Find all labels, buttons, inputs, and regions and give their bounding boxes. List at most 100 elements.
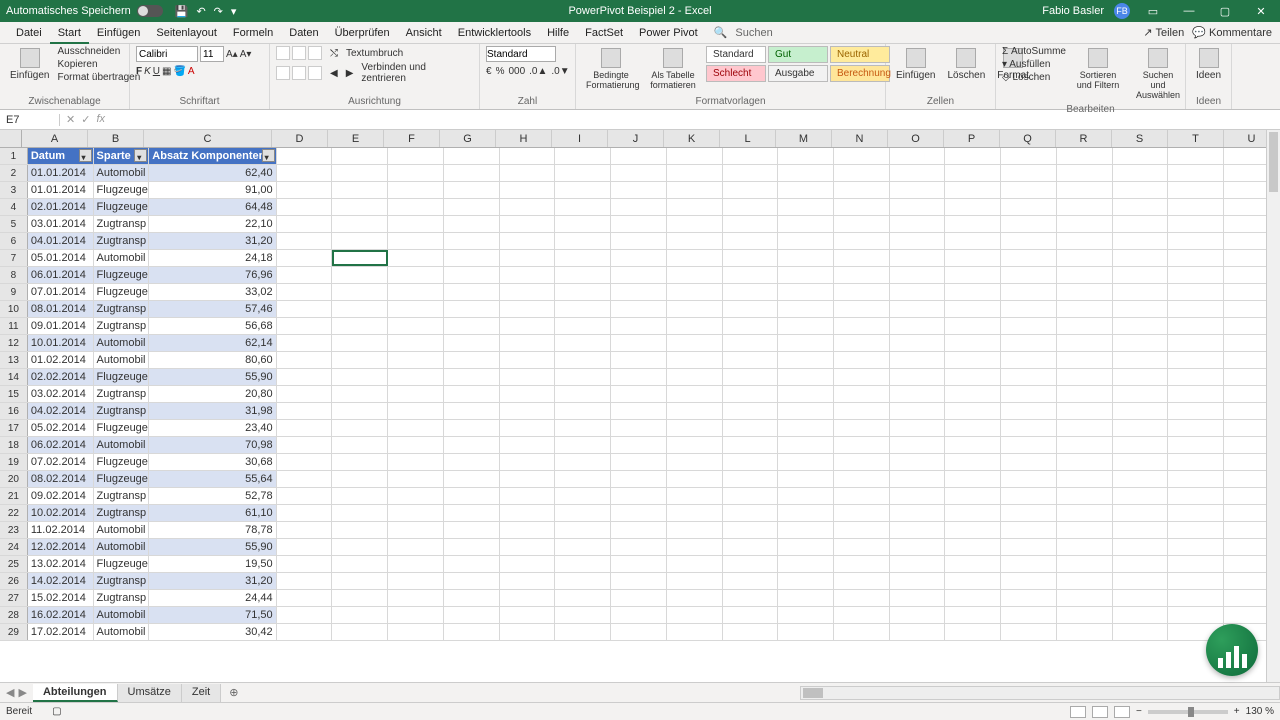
fx-icon[interactable]: fx	[96, 113, 105, 126]
cell[interactable]	[667, 233, 723, 249]
cell[interactable]	[723, 267, 779, 283]
cell[interactable]	[388, 352, 444, 368]
cell[interactable]	[388, 454, 444, 470]
cell[interactable]	[1001, 216, 1057, 232]
cell[interactable]: Automobil	[94, 335, 150, 351]
cell[interactable]	[332, 182, 388, 198]
cell[interactable]	[277, 505, 333, 521]
number-format-select[interactable]	[486, 46, 556, 62]
align-top-icon[interactable]	[276, 46, 290, 60]
cell[interactable]	[444, 199, 500, 215]
cell[interactable]	[500, 471, 556, 487]
cell[interactable]	[500, 573, 556, 589]
cell[interactable]	[723, 522, 779, 538]
cell[interactable]	[890, 488, 946, 504]
share-button[interactable]: ↗ Teilen	[1143, 26, 1184, 39]
cell[interactable]	[1057, 335, 1113, 351]
cell[interactable]	[1057, 590, 1113, 606]
cell[interactable]	[1113, 182, 1169, 198]
cell[interactable]	[1113, 505, 1169, 521]
cell[interactable]: 01.01.2014	[28, 165, 94, 181]
row-header[interactable]: 2	[0, 165, 28, 181]
cell[interactable]	[277, 607, 333, 623]
cell[interactable]	[1168, 556, 1224, 572]
ideas-button[interactable]: Ideen	[1192, 46, 1225, 83]
cell[interactable]: Flugzeuge	[94, 454, 150, 470]
cell[interactable]	[834, 471, 890, 487]
style-gut[interactable]: Gut	[768, 46, 828, 63]
cell[interactable]	[444, 488, 500, 504]
cell[interactable]	[332, 284, 388, 300]
cell[interactable]	[555, 437, 611, 453]
tab-ansicht[interactable]: Ansicht	[398, 24, 450, 42]
cell[interactable]: Automobil	[94, 607, 150, 623]
col-header-N[interactable]: N	[832, 130, 888, 147]
cell[interactable]	[500, 182, 556, 198]
percent-icon[interactable]: %	[496, 66, 505, 77]
cell[interactable]	[388, 556, 444, 572]
row-header[interactable]: 3	[0, 182, 28, 198]
cell[interactable]: 91,00	[149, 182, 276, 198]
align-left-icon[interactable]	[276, 66, 290, 80]
cell[interactable]	[500, 216, 556, 232]
cell[interactable]	[555, 607, 611, 623]
cell[interactable]	[667, 335, 723, 351]
cell[interactable]	[778, 369, 834, 385]
cell[interactable]	[1001, 437, 1057, 453]
cell[interactable]	[1168, 352, 1224, 368]
cell[interactable]	[555, 573, 611, 589]
cell[interactable]	[1001, 403, 1057, 419]
row-header[interactable]: 26	[0, 573, 28, 589]
row-header[interactable]: 6	[0, 233, 28, 249]
cell[interactable]	[834, 386, 890, 402]
cell[interactable]	[723, 369, 779, 385]
row-header[interactable]: 17	[0, 420, 28, 436]
cell[interactable]	[1001, 335, 1057, 351]
cell[interactable]: 05.02.2014	[28, 420, 94, 436]
col-header-D[interactable]: D	[272, 130, 328, 147]
copy-button[interactable]: Kopieren	[57, 59, 140, 70]
cell[interactable]	[332, 216, 388, 232]
cell[interactable]	[723, 318, 779, 334]
cell[interactable]	[667, 488, 723, 504]
cell[interactable]	[1057, 607, 1113, 623]
zoom-level[interactable]: 130 %	[1246, 706, 1274, 717]
cell[interactable]	[667, 522, 723, 538]
col-header-Q[interactable]: Q	[1000, 130, 1056, 147]
cell[interactable]	[277, 284, 333, 300]
cell[interactable]	[834, 403, 890, 419]
cell[interactable]	[1168, 182, 1224, 198]
cell[interactable]	[834, 148, 890, 164]
cell[interactable]	[1168, 607, 1224, 623]
cell[interactable]	[388, 250, 444, 266]
cell[interactable]	[778, 607, 834, 623]
cell[interactable]	[1001, 607, 1057, 623]
cell[interactable]	[1001, 624, 1057, 640]
cell[interactable]	[723, 590, 779, 606]
cell[interactable]: Flugzeuge	[94, 369, 150, 385]
select-all-corner[interactable]	[0, 130, 22, 147]
format-as-table-button[interactable]: Als Tabelle formatieren	[644, 46, 702, 92]
chart-fab-icon[interactable]	[1206, 624, 1258, 676]
col-header-E[interactable]: E	[328, 130, 384, 147]
cell[interactable]	[890, 454, 946, 470]
cell[interactable]: 70,98	[149, 437, 276, 453]
cell[interactable]	[1057, 369, 1113, 385]
cell[interactable]	[667, 539, 723, 555]
cell[interactable]: 04.01.2014	[28, 233, 94, 249]
cell[interactable]	[1168, 369, 1224, 385]
cell[interactable]: 31,98	[149, 403, 276, 419]
cell[interactable]	[1113, 573, 1169, 589]
cell[interactable]	[388, 386, 444, 402]
cell[interactable]: 11.02.2014	[28, 522, 94, 538]
cell[interactable]	[1168, 233, 1224, 249]
cell[interactable]	[1057, 199, 1113, 215]
cell[interactable]	[500, 335, 556, 351]
cell[interactable]	[1113, 369, 1169, 385]
cell[interactable]	[778, 624, 834, 640]
cell[interactable]: Flugzeuge	[94, 267, 150, 283]
cell[interactable]	[890, 148, 946, 164]
cell[interactable]: Zugtransp	[94, 488, 150, 504]
sheet-tab-abteilungen[interactable]: Abteilungen	[33, 684, 118, 702]
cell[interactable]	[444, 335, 500, 351]
